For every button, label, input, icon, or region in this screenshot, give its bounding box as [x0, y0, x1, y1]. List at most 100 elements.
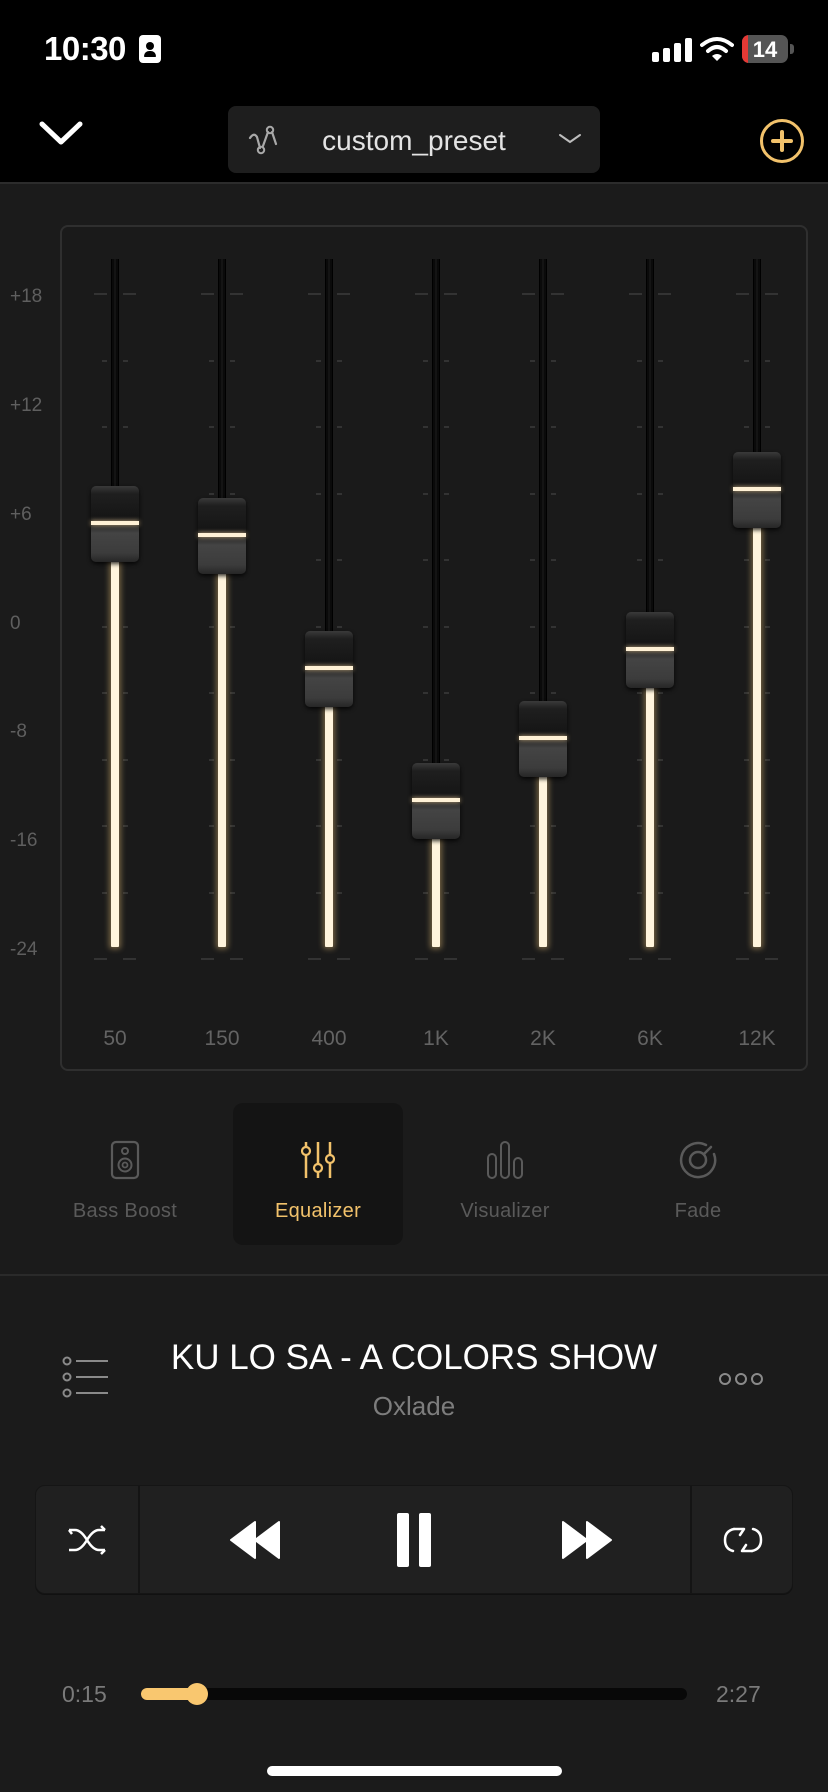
scale-tick: [444, 426, 449, 428]
scale-tick: [209, 891, 214, 894]
y-axis-label: +6: [10, 503, 32, 525]
shuffle-button[interactable]: [36, 1486, 138, 1593]
scale-tick: [744, 359, 749, 362]
scale-tick: [209, 359, 214, 362]
queue-button[interactable]: [62, 1355, 110, 1399]
scale-tick: [744, 426, 749, 428]
scale-tick: [744, 559, 749, 561]
pause-button[interactable]: [344, 1486, 484, 1593]
scale-tick: [444, 359, 449, 362]
scale-tick: [444, 559, 449, 561]
tab-fade[interactable]: Fade: [613, 1103, 783, 1245]
scale-tick: [551, 426, 556, 428]
scale-tick: [337, 958, 350, 960]
eq-band: 1K: [386, 227, 486, 1069]
scale-tick: [316, 559, 321, 561]
scale-tick: [765, 758, 770, 761]
more-dots-icon: [719, 1373, 763, 1385]
scale-tick: [209, 825, 214, 827]
preset-selector[interactable]: custom_preset: [228, 106, 600, 173]
scale-tick: [123, 625, 128, 628]
scale-tick: [337, 293, 350, 295]
y-axis-label: +12: [10, 394, 43, 416]
slider-fill: [325, 703, 333, 947]
scale-tick: [522, 293, 535, 295]
collapse-button[interactable]: [36, 118, 86, 158]
scale-tick: [230, 293, 243, 295]
scale-tick: [316, 625, 321, 628]
progress-thumb[interactable]: [185, 1683, 208, 1705]
scale-tick: [530, 891, 535, 894]
previous-button[interactable]: [186, 1486, 326, 1593]
scale-tick: [530, 359, 535, 362]
scale-tick: [658, 293, 671, 295]
more-options-button[interactable]: [718, 1370, 764, 1388]
eq-slider-knob-150[interactable]: [198, 498, 246, 575]
scale-tick: [765, 293, 778, 295]
scale-tick: [744, 625, 749, 628]
slider-track[interactable]: [111, 259, 119, 490]
slider-track[interactable]: [432, 259, 440, 767]
eq-band: 400: [279, 227, 379, 1069]
frequency-label: 1K: [423, 1027, 449, 1050]
next-button[interactable]: [516, 1486, 656, 1593]
scale-tick: [123, 758, 128, 761]
scale-tick: [230, 359, 235, 362]
scale-tick: [522, 958, 535, 960]
battery-percent: 14: [752, 37, 778, 62]
top-bar: 10:30 14 custom_preset: [0, 0, 828, 184]
chevron-down-icon: [39, 121, 83, 145]
scale-tick: [765, 426, 770, 428]
scale-tick: [637, 758, 642, 761]
scale-tick: [530, 825, 535, 827]
scale-tick: [530, 492, 535, 495]
scale-tick: [658, 559, 663, 561]
preset-name: custom_preset: [322, 125, 506, 156]
progress-slider[interactable]: [141, 1683, 687, 1705]
add-preset-button[interactable]: [760, 119, 804, 163]
scale-tick: [423, 758, 428, 761]
frequency-label: 12K: [738, 1027, 776, 1050]
scale-tick: [530, 625, 535, 628]
eq-slider-knob-1k[interactable]: [412, 762, 460, 839]
slider-track[interactable]: [646, 259, 654, 617]
scale-tick: [201, 293, 214, 295]
scale-tick: [337, 625, 342, 628]
scale-tick: [230, 825, 235, 827]
eq-slider-knob-400[interactable]: [305, 631, 353, 708]
scale-tick: [551, 692, 556, 694]
scale-tick: [765, 825, 770, 827]
wifi-icon: [700, 37, 734, 61]
home-indicator[interactable]: [267, 1766, 562, 1776]
artist-name[interactable]: Oxlade: [120, 1391, 708, 1422]
eq-slider-knob-2k[interactable]: [519, 700, 567, 777]
scale-tick: [201, 958, 214, 960]
slider-track[interactable]: [753, 259, 761, 457]
slider-track[interactable]: [325, 259, 333, 636]
slider-track[interactable]: [218, 259, 226, 503]
scale-tick: [551, 825, 556, 827]
fast-forward-icon: [562, 1520, 612, 1559]
eq-slider-knob-12k[interactable]: [733, 452, 781, 529]
scale-tick: [123, 825, 128, 827]
chevron-down-icon: [559, 134, 581, 144]
scale-tick: [230, 958, 243, 960]
eq-slider-knob-50[interactable]: [91, 485, 139, 562]
tab-equalizer[interactable]: Equalizer: [233, 1103, 403, 1245]
scale-tick: [637, 825, 642, 827]
scale-tick: [316, 825, 321, 827]
scale-tick: [423, 492, 428, 495]
scale-tick: [316, 891, 321, 894]
eq-band: 6K: [600, 227, 700, 1069]
eq-slider-knob-6k[interactable]: [626, 612, 674, 689]
tab-visualizer[interactable]: Visualizer: [420, 1103, 590, 1245]
scale-tick: [316, 359, 321, 362]
slider-fill: [539, 772, 547, 947]
scale-tick: [444, 958, 457, 960]
shuffle-icon: [68, 1524, 106, 1555]
tab-bass-boost[interactable]: Bass Boost: [40, 1103, 210, 1245]
frequency-label: 50: [103, 1027, 127, 1050]
slider-track[interactable]: [539, 259, 547, 705]
repeat-button[interactable]: [692, 1486, 794, 1593]
scale-tick: [423, 359, 428, 362]
